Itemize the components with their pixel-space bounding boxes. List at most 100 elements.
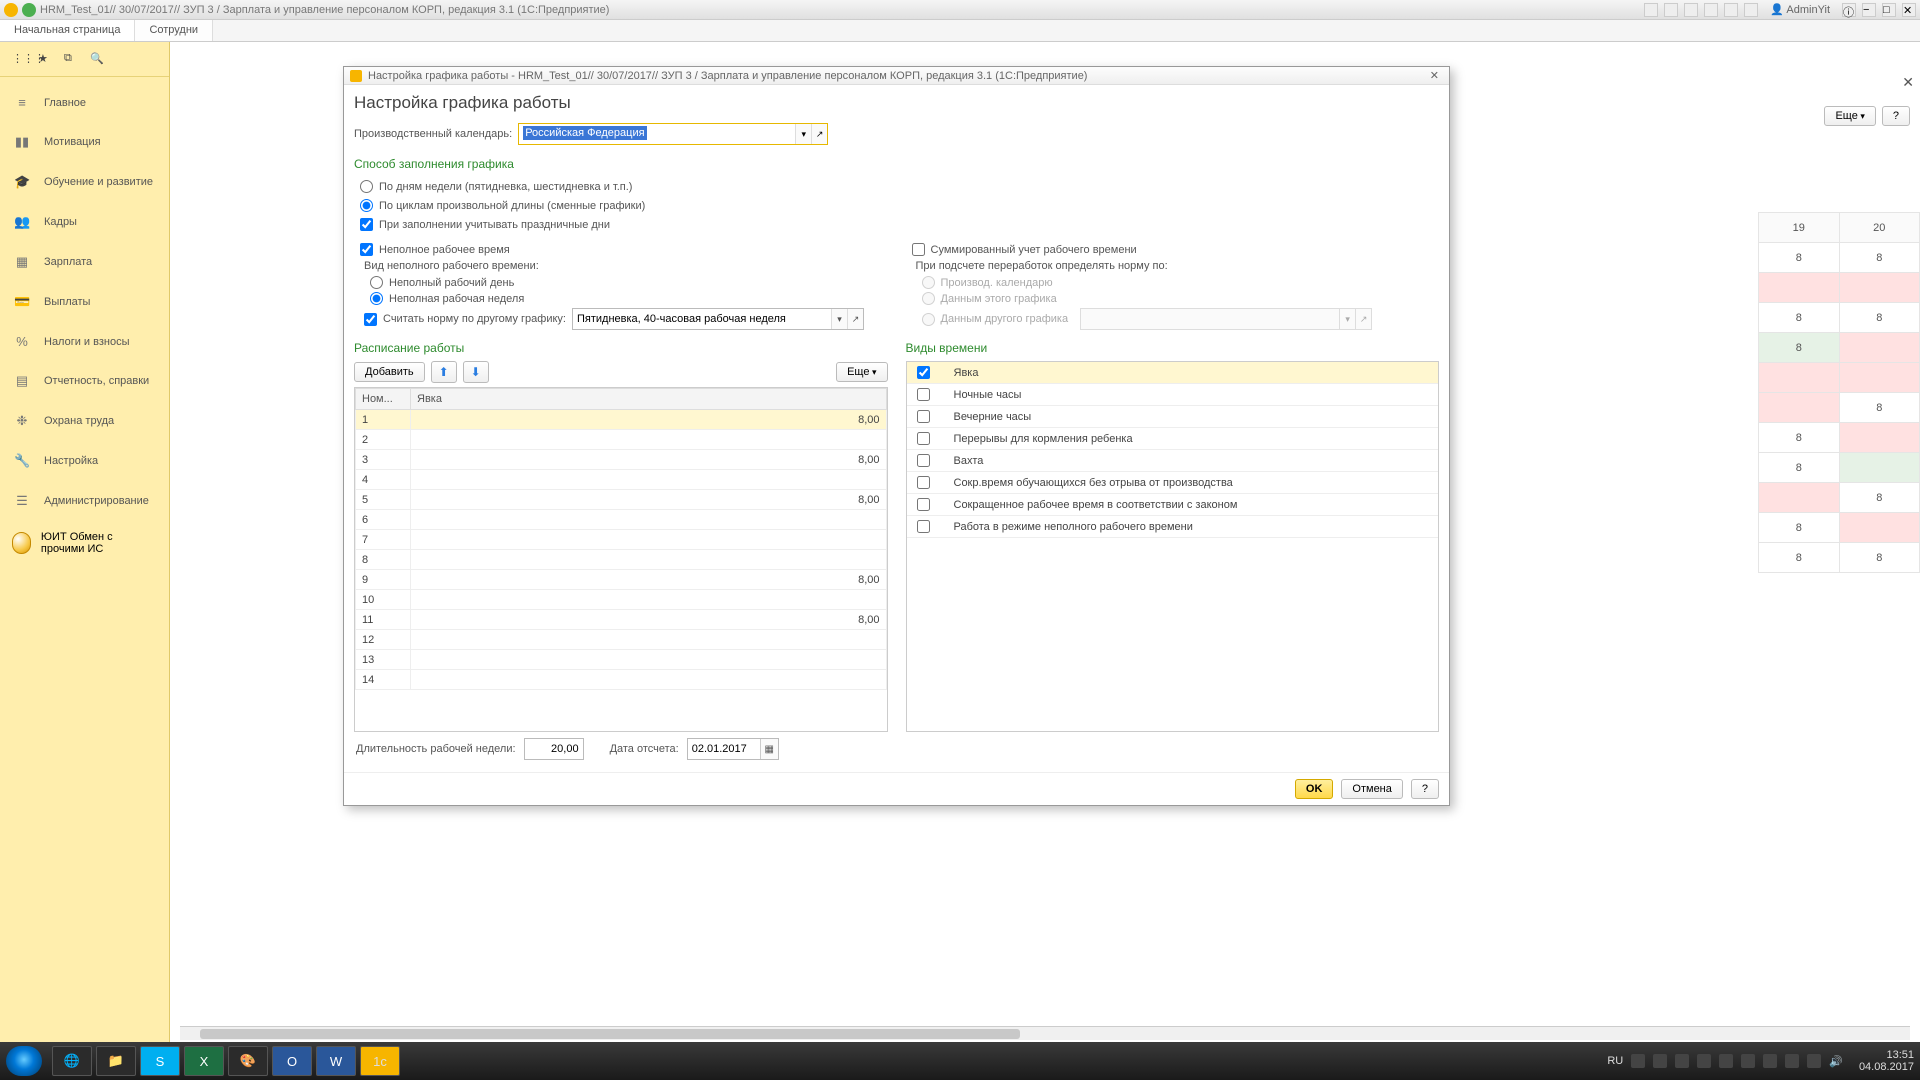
time-type-checkbox[interactable] bbox=[917, 498, 930, 511]
time-type-checkbox[interactable] bbox=[917, 520, 930, 533]
tray-volume-icon[interactable]: 🔊 bbox=[1829, 1055, 1843, 1068]
checkbox-summarized[interactable]: Суммированный учет рабочего времени bbox=[912, 243, 1440, 256]
sidebar-item-salary[interactable]: ▦Зарплата bbox=[0, 242, 169, 282]
norm-value[interactable] bbox=[573, 309, 831, 329]
time-type-row[interactable]: Явка bbox=[907, 362, 1439, 384]
radio-partday[interactable]: Неполный рабочий день bbox=[370, 276, 888, 289]
toolbar-icon[interactable] bbox=[1684, 3, 1698, 17]
table-row[interactable]: 2 bbox=[356, 430, 887, 450]
add-button[interactable]: Добавить bbox=[354, 362, 425, 382]
tray-icon[interactable] bbox=[1785, 1054, 1799, 1068]
toolbar-icon[interactable] bbox=[1724, 3, 1738, 17]
cancel-button[interactable]: Отмена bbox=[1341, 779, 1402, 799]
sidebar-item-motivation[interactable]: ▮▮Мотивация bbox=[0, 122, 169, 162]
move-up-button[interactable]: ⬆ bbox=[431, 361, 457, 383]
sidebar-item-admin[interactable]: ☰Администрирование bbox=[0, 481, 169, 521]
sidebar-item-reports[interactable]: ▤Отчетность, справки bbox=[0, 361, 169, 401]
maximize-icon[interactable]: □ bbox=[1882, 3, 1896, 17]
time-type-checkbox[interactable] bbox=[917, 432, 930, 445]
tab-employees[interactable]: Сотрудни bbox=[135, 20, 213, 41]
tray-lang[interactable]: RU bbox=[1607, 1055, 1623, 1067]
time-type-checkbox[interactable] bbox=[917, 410, 930, 423]
page-close-icon[interactable]: ✕ bbox=[1902, 74, 1914, 91]
sidebar-item-taxes[interactable]: %Налоги и взносы bbox=[0, 322, 169, 361]
tray-icon[interactable] bbox=[1675, 1054, 1689, 1068]
sidebar-item-hr[interactable]: 👥Кадры bbox=[0, 202, 169, 242]
more-button[interactable]: Еще bbox=[1824, 106, 1875, 126]
info-icon[interactable]: ⓘ bbox=[1842, 3, 1856, 17]
checkbox-holidays[interactable]: При заполнении учитывать праздничные дни bbox=[360, 218, 1439, 231]
tray-icon[interactable] bbox=[1653, 1054, 1667, 1068]
time-type-checkbox[interactable] bbox=[917, 366, 930, 379]
dropdown-icon[interactable]: ▾ bbox=[795, 124, 811, 144]
start-date-input[interactable]: ▦ bbox=[687, 738, 779, 760]
calendar-icon[interactable]: ▦ bbox=[760, 739, 778, 759]
taskbar-word-icon[interactable]: W bbox=[316, 1046, 356, 1076]
table-row[interactable]: 18,00 bbox=[356, 410, 887, 430]
table-row[interactable]: 7 bbox=[356, 530, 887, 550]
table-row[interactable]: 12 bbox=[356, 630, 887, 650]
minimize-icon[interactable]: − bbox=[1862, 3, 1876, 17]
tray-icon[interactable] bbox=[1807, 1054, 1821, 1068]
norm-combo[interactable]: ▾ ↗ bbox=[572, 308, 864, 330]
ok-button[interactable]: OK bbox=[1295, 779, 1334, 799]
sidebar-item-safety[interactable]: ❉Охрана труда bbox=[0, 401, 169, 441]
dialog-help-button[interactable]: ? bbox=[1411, 779, 1439, 799]
taskbar-skype-icon[interactable]: S bbox=[140, 1046, 180, 1076]
time-type-checkbox[interactable] bbox=[917, 476, 930, 489]
toolbar-icon[interactable] bbox=[1704, 3, 1718, 17]
tray-icon[interactable] bbox=[1631, 1054, 1645, 1068]
schedule-grid[interactable]: Ном... Явка 18,00238,00458,0067898,00101… bbox=[354, 387, 888, 732]
time-type-row[interactable]: Перерывы для кормления ребенка bbox=[907, 428, 1439, 450]
horizontal-scrollbar[interactable] bbox=[180, 1026, 1910, 1040]
tab-home[interactable]: Начальная страница bbox=[0, 20, 135, 41]
time-type-row[interactable]: Сокр.время обучающихся без отрыва от про… bbox=[907, 472, 1439, 494]
taskbar-1c-icon[interactable]: 1c bbox=[360, 1046, 400, 1076]
time-type-row[interactable]: Ночные часы bbox=[907, 384, 1439, 406]
tray-icon[interactable] bbox=[1697, 1054, 1711, 1068]
table-row[interactable]: 13 bbox=[356, 650, 887, 670]
table-row[interactable]: 58,00 bbox=[356, 490, 887, 510]
sidebar-item-settings[interactable]: 🔧Настройка bbox=[0, 441, 169, 481]
time-types-list[interactable]: ЯвкаНочные часыВечерние часыПерерывы для… bbox=[906, 361, 1440, 732]
taskbar-ie-icon[interactable]: 🌐 bbox=[52, 1046, 92, 1076]
help-button[interactable]: ? bbox=[1882, 106, 1910, 126]
radio-by-cycles[interactable]: По циклам произвольной длины (сменные гр… bbox=[360, 199, 1439, 212]
calendar-combo[interactable]: Российская Федерация ▾ ↗ bbox=[518, 123, 828, 145]
search-icon[interactable]: 🔍 bbox=[90, 52, 104, 66]
toolbar-icon[interactable] bbox=[1644, 3, 1658, 17]
taskbar-paint-icon[interactable]: 🎨 bbox=[228, 1046, 268, 1076]
tray-clock[interactable]: 13:5104.08.2017 bbox=[1859, 1049, 1914, 1073]
toolbar-icon[interactable] bbox=[1744, 3, 1758, 17]
table-row[interactable]: 38,00 bbox=[356, 450, 887, 470]
copy-icon[interactable]: ⧉ bbox=[64, 52, 78, 66]
taskbar-excel-icon[interactable]: X bbox=[184, 1046, 224, 1076]
scrollbar-thumb[interactable] bbox=[200, 1029, 1020, 1039]
week-length-input[interactable] bbox=[524, 738, 584, 760]
table-row[interactable]: 98,00 bbox=[356, 570, 887, 590]
tray-icon[interactable] bbox=[1763, 1054, 1777, 1068]
table-row[interactable]: 118,00 bbox=[356, 610, 887, 630]
checkbox-norm-other[interactable] bbox=[364, 313, 377, 326]
taskbar-outlook-icon[interactable]: O bbox=[272, 1046, 312, 1076]
sidebar-item-main[interactable]: ≡Главное bbox=[0, 83, 169, 122]
dropdown-icon[interactable]: ▾ bbox=[831, 309, 847, 329]
apps-icon[interactable]: ⋮⋮⋮ bbox=[12, 52, 26, 66]
start-button[interactable] bbox=[6, 1046, 42, 1076]
radio-by-days[interactable]: По дням недели (пятидневка, шестидневка … bbox=[360, 180, 1439, 193]
sidebar-item-yuit[interactable]: ЮИТ Обмен с прочими ИС bbox=[0, 521, 169, 565]
col-attendance[interactable]: Явка bbox=[411, 389, 887, 410]
col-number[interactable]: Ном... bbox=[356, 389, 411, 410]
checkbox-parttime[interactable]: Неполное рабочее время bbox=[360, 243, 888, 256]
open-icon[interactable]: ↗ bbox=[847, 309, 863, 329]
table-row[interactable]: 4 bbox=[356, 470, 887, 490]
time-type-row[interactable]: Вахта bbox=[907, 450, 1439, 472]
close-icon[interactable]: ✕ bbox=[1902, 3, 1916, 17]
schedule-more-button[interactable]: Еще bbox=[836, 362, 887, 382]
radio-partweek[interactable]: Неполная рабочая неделя bbox=[370, 292, 888, 305]
time-type-checkbox[interactable] bbox=[917, 388, 930, 401]
taskbar-explorer-icon[interactable]: 📁 bbox=[96, 1046, 136, 1076]
open-icon[interactable]: ↗ bbox=[811, 124, 827, 144]
time-type-row[interactable]: Вечерние часы bbox=[907, 406, 1439, 428]
tray-icon[interactable] bbox=[1741, 1054, 1755, 1068]
